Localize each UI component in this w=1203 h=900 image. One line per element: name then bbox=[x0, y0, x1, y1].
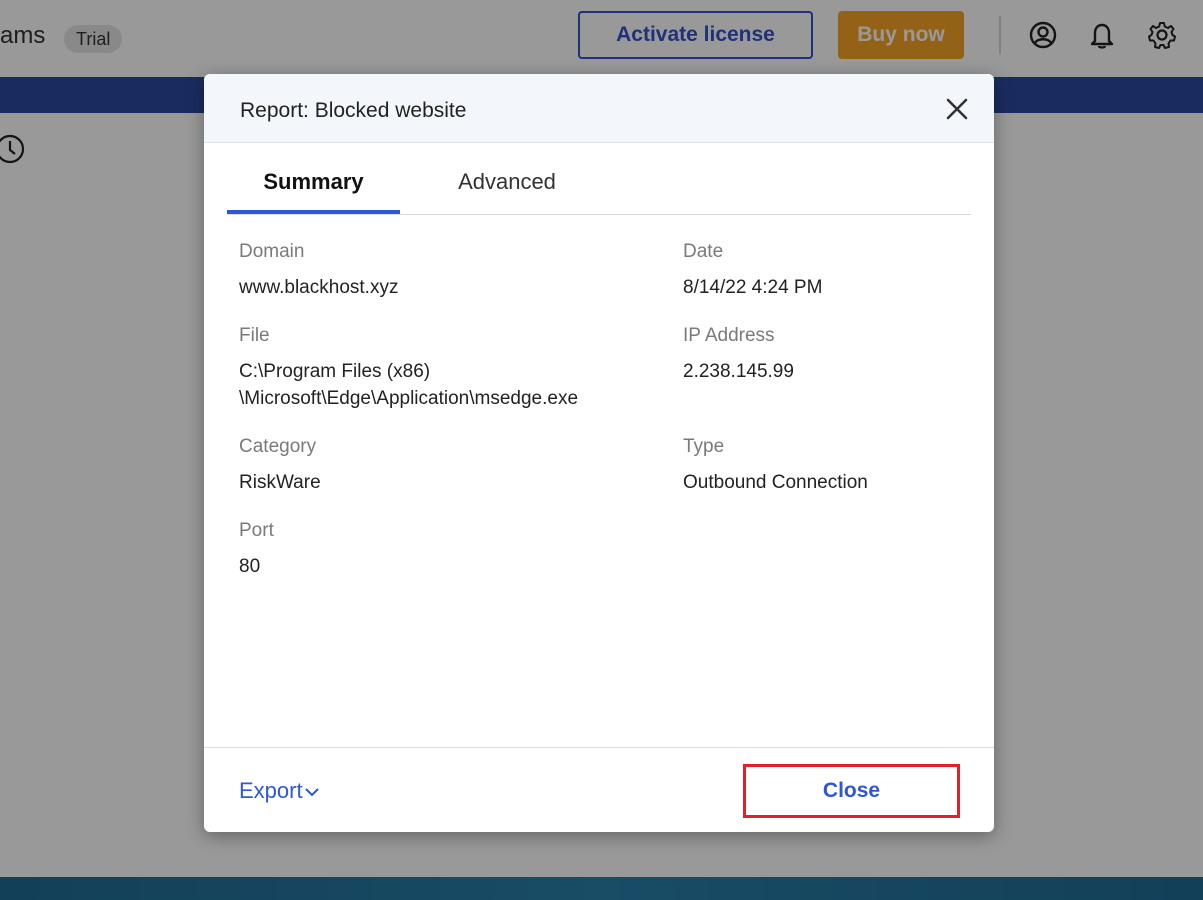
report-dialog: Report: Blocked website Summary Advanced… bbox=[204, 74, 994, 832]
dialog-header: Report: Blocked website bbox=[204, 74, 994, 143]
field-ip-address: IP Address 2.238.145.99 bbox=[683, 325, 794, 385]
field-label: Date bbox=[683, 241, 724, 262]
tab-summary[interactable]: Summary bbox=[227, 162, 400, 214]
field-value: Outbound Connection bbox=[683, 472, 868, 493]
close-icon[interactable] bbox=[944, 96, 970, 122]
field-label: Domain bbox=[239, 241, 305, 262]
field-label: Category bbox=[239, 436, 317, 457]
export-dropdown[interactable]: Export bbox=[239, 778, 319, 804]
file-path-line: \Microsoft\Edge\Application\msedge.exe bbox=[239, 388, 579, 409]
tab-bar: Summary Advanced bbox=[227, 162, 971, 215]
field-port: Port 80 bbox=[239, 520, 274, 580]
field-label: IP Address bbox=[683, 325, 775, 346]
field-value: 80 bbox=[239, 556, 261, 577]
close-button[interactable]: Close bbox=[743, 764, 960, 818]
field-type: Type Outbound Connection bbox=[683, 436, 868, 496]
field-value: C:\Program Files (x86) \Microsoft\Edge\A… bbox=[239, 358, 578, 412]
field-value: www.blackhost.xyz bbox=[239, 277, 399, 298]
field-file: File C:\Program Files (x86) \Microsoft\E… bbox=[239, 325, 578, 412]
field-value: 2.238.145.99 bbox=[683, 361, 794, 382]
field-value: RiskWare bbox=[239, 472, 321, 493]
field-date: Date 8/14/22 4:24 PM bbox=[683, 241, 822, 301]
field-label: Port bbox=[239, 520, 274, 541]
field-label: Type bbox=[683, 436, 725, 457]
field-label: File bbox=[239, 325, 270, 346]
field-value: 8/14/22 4:24 PM bbox=[683, 277, 823, 298]
export-label: Export bbox=[239, 778, 303, 803]
footer-divider bbox=[204, 747, 994, 748]
tab-advanced[interactable]: Advanced bbox=[422, 162, 592, 212]
chevron-down-icon bbox=[304, 788, 319, 797]
field-domain: Domain www.blackhost.xyz bbox=[239, 241, 398, 301]
field-category: Category RiskWare bbox=[239, 436, 321, 496]
dialog-title: Report: Blocked website bbox=[240, 99, 467, 122]
file-path-line: C:\Program Files (x86) bbox=[239, 361, 431, 382]
